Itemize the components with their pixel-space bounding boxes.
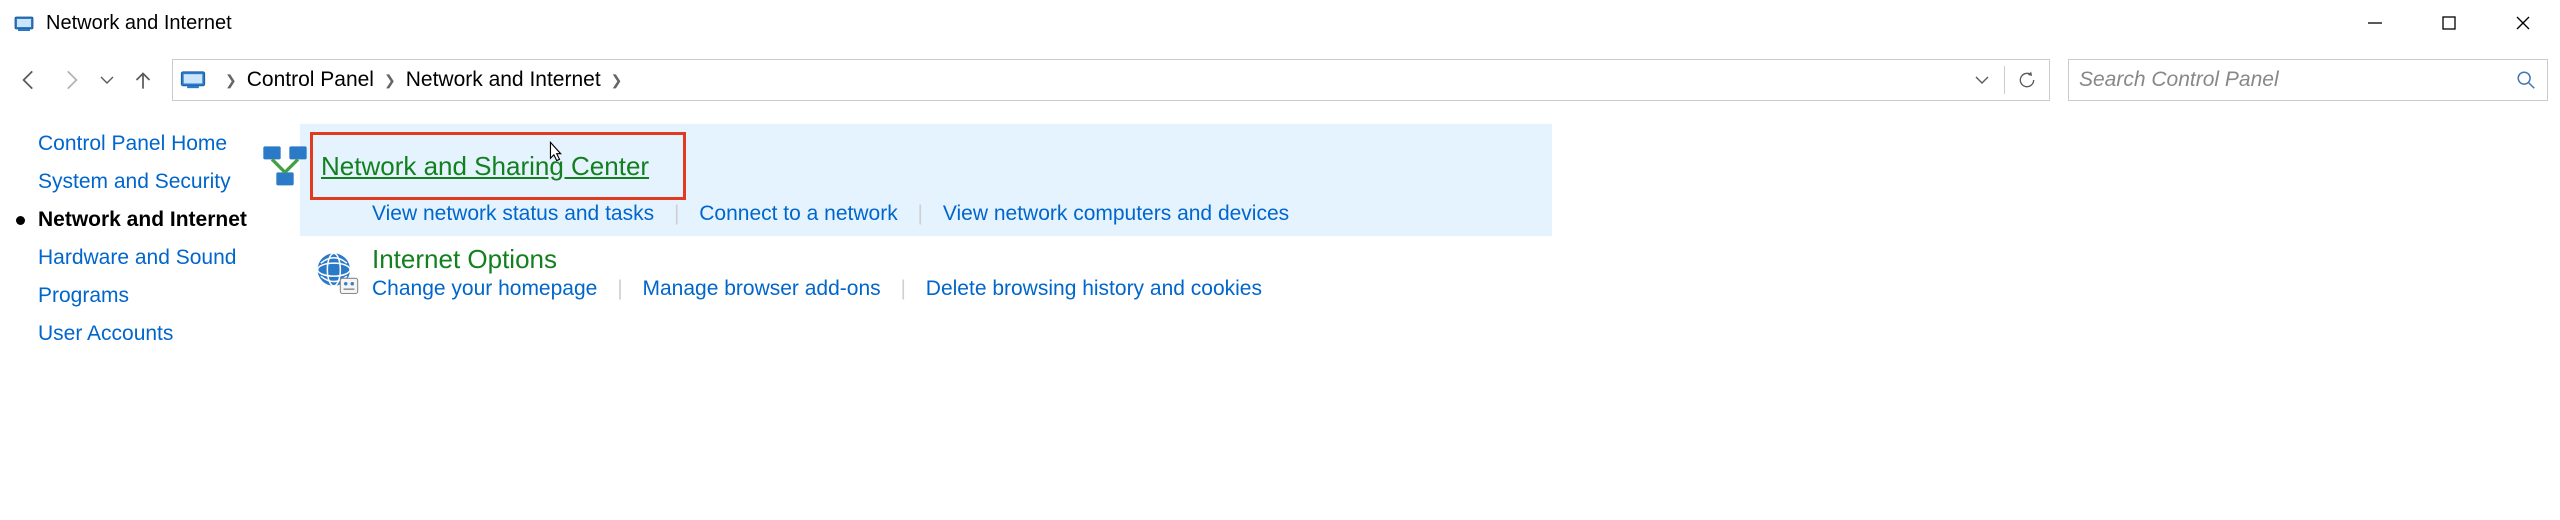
breadcrumb: ❯ Control Panel ❯ Network and Internet ❯: [215, 68, 1962, 92]
sidebar-item-network-internet[interactable]: Network and Internet: [38, 208, 300, 232]
divider: [2004, 66, 2005, 94]
sidebar-item-programs[interactable]: Programs: [38, 284, 300, 308]
titlebar: Network and Internet: [0, 0, 2560, 46]
navigation-bar: ❯ Control Panel ❯ Network and Internet ❯: [0, 54, 2560, 106]
sidebar-item-user-accounts[interactable]: User Accounts: [38, 322, 300, 346]
forward-button[interactable]: [54, 63, 88, 97]
sidebar-item-label: Network and Internet: [38, 208, 247, 232]
sidebar-item-label: Control Panel Home: [38, 132, 227, 156]
task-link[interactable]: Change your homepage: [372, 277, 597, 300]
bullet-icon: [16, 216, 25, 225]
chevron-right-icon: ❯: [384, 72, 396, 89]
network-sharing-icon: [259, 142, 311, 194]
chevron-right-icon: ❯: [611, 72, 623, 89]
task-link[interactable]: Manage browser add-ons: [643, 277, 881, 300]
control-panel-icon: [12, 11, 36, 35]
divider: |: [674, 202, 679, 225]
search-input[interactable]: [2079, 68, 2515, 92]
network-internet-icon: [179, 66, 207, 94]
sidebar: Control Panel Home System and Security N…: [0, 124, 300, 360]
main-content: Network and Sharing Center View network …: [300, 124, 2560, 360]
sidebar-item-label: Hardware and Sound: [38, 246, 236, 270]
search-icon: [2515, 69, 2537, 91]
window-title: Network and Internet: [46, 12, 2338, 35]
breadcrumb-item[interactable]: Network and Internet: [406, 68, 601, 92]
category-title-link[interactable]: Network and Sharing Center: [321, 151, 649, 182]
divider: |: [900, 277, 905, 300]
breadcrumb-item[interactable]: Control Panel: [247, 68, 374, 92]
search-box[interactable]: [2068, 59, 2548, 101]
recent-locations-button[interactable]: [96, 63, 118, 97]
category-network-sharing-center: Network and Sharing Center View network …: [300, 124, 1552, 236]
divider: |: [918, 202, 923, 225]
maximize-button[interactable]: [2412, 0, 2486, 46]
back-button[interactable]: [12, 63, 46, 97]
minimize-button[interactable]: [2338, 0, 2412, 46]
sidebar-item-label: Programs: [38, 284, 129, 308]
task-link[interactable]: View network computers and devices: [943, 202, 1289, 225]
internet-options-icon: [310, 248, 362, 300]
task-link[interactable]: View network status and tasks: [372, 202, 654, 225]
task-link[interactable]: Connect to a network: [699, 202, 897, 225]
category-internet-options: Internet Options Change your homepage | …: [300, 236, 1552, 311]
close-button[interactable]: [2486, 0, 2560, 46]
sidebar-item-hardware-sound[interactable]: Hardware and Sound: [38, 246, 300, 270]
address-history-button[interactable]: [1962, 61, 2002, 99]
category-task-links: View network status and tasks | Connect …: [372, 202, 1552, 226]
sidebar-item-label: System and Security: [38, 170, 231, 194]
address-bar[interactable]: ❯ Control Panel ❯ Network and Internet ❯: [172, 59, 2050, 101]
window-controls: [2338, 0, 2560, 46]
chevron-right-icon: ❯: [225, 72, 237, 89]
up-button[interactable]: [126, 63, 160, 97]
sidebar-item-label: User Accounts: [38, 322, 173, 346]
category-task-links: Change your homepage | Manage browser ad…: [372, 277, 1552, 301]
annotation-highlight: Network and Sharing Center: [310, 132, 686, 200]
category-title-link[interactable]: Internet Options: [372, 244, 557, 275]
task-link[interactable]: Delete browsing history and cookies: [926, 277, 1262, 300]
refresh-button[interactable]: [2007, 61, 2047, 99]
divider: |: [617, 277, 622, 300]
